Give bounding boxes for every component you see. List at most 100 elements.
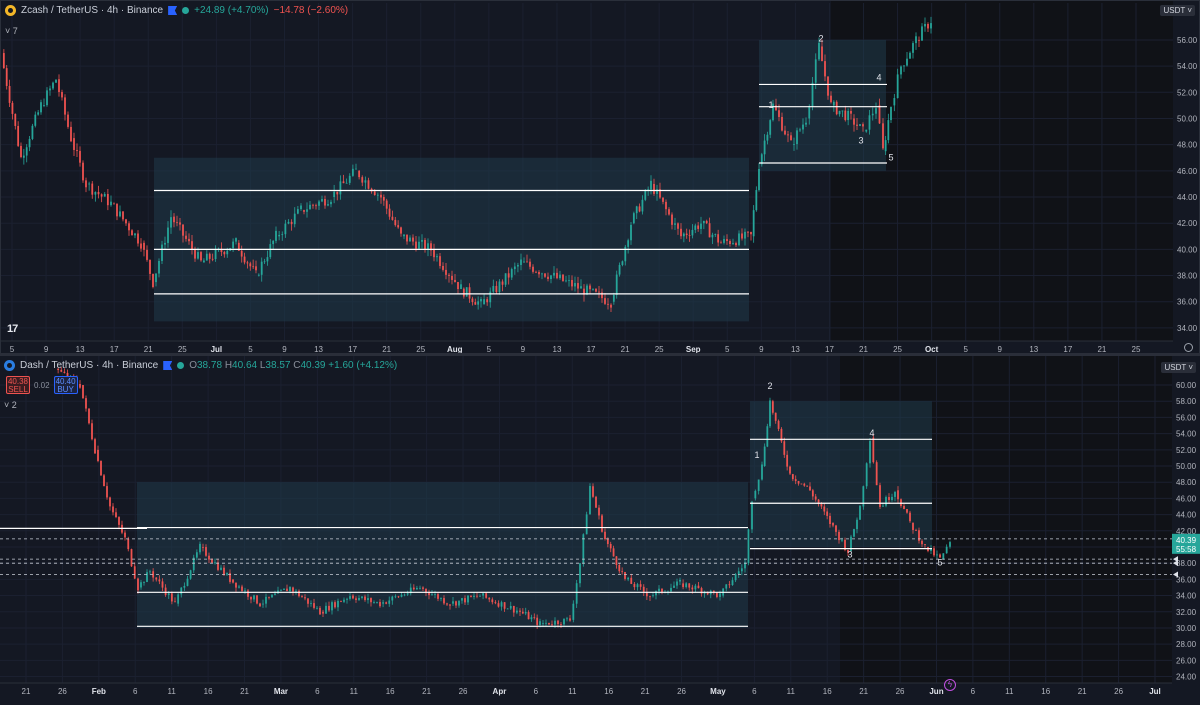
candle-body (909, 512, 911, 522)
flag-icon[interactable] (163, 361, 173, 370)
candle-body (334, 602, 336, 608)
dash-symbol-title[interactable]: Dash / TetherUS · 4h · Binance (20, 360, 158, 371)
candle-body (379, 602, 381, 607)
candle-body (186, 578, 189, 586)
trade-panel: 40.38 SELL 0.02 40.40 BUY (6, 376, 78, 394)
candle-body (180, 587, 183, 595)
candle-body (455, 601, 457, 606)
zcash-symbol-title[interactable]: Zcash / TetherUS · 4h · Binance (21, 5, 163, 16)
candle-body (188, 238, 190, 242)
candle-body (406, 234, 408, 242)
candle-body (612, 294, 615, 302)
candle-body (259, 603, 261, 607)
candle-body (726, 239, 728, 242)
candle-body (827, 76, 829, 96)
candle-body (747, 529, 750, 564)
candle-body (621, 261, 624, 265)
candle-body (301, 596, 303, 598)
candle-body (574, 283, 576, 287)
candle-body (856, 124, 858, 126)
dash-coin-icon (4, 360, 15, 371)
candle-body (495, 285, 498, 293)
candle-body (310, 603, 312, 604)
candle-body (321, 199, 323, 202)
candle-body (130, 549, 133, 567)
tradingview-logo-icon[interactable]: 17 (7, 323, 18, 335)
candle-body (11, 102, 14, 114)
candle-body (598, 291, 600, 293)
zcash-chart-pane[interactable]: 1 2 3 4 5 56.00 54.00 52.00 50.00 48.00 46.00 44.00… (0, 0, 1200, 354)
price-tick-label: 58.00 (1176, 397, 1197, 406)
candle-body (580, 286, 582, 289)
candle-body (125, 219, 127, 224)
candle-body (419, 587, 421, 589)
dash-legend: Dash / TetherUS · 4h · Binance O38.78 H4… (4, 360, 397, 371)
candle-body (708, 223, 711, 238)
candle-body (918, 39, 920, 41)
candle-body (805, 122, 807, 125)
candle-body (755, 190, 758, 211)
candle-body (58, 79, 60, 93)
candle-body (278, 234, 281, 237)
candle-body (315, 205, 317, 207)
events-lightning-icon[interactable]: ϟ (944, 679, 956, 691)
candle-body (906, 508, 908, 513)
range-box-zone[interactable] (137, 482, 748, 628)
zcash-currency-selector[interactable]: USDT ˅ (1160, 5, 1195, 16)
candle-body (529, 261, 531, 267)
candle-body (174, 601, 176, 603)
settings-icon[interactable] (1184, 343, 1193, 352)
candle-body (592, 486, 594, 497)
candle-body (112, 506, 114, 513)
dash-indicator-toggle[interactable]: ˅ 2 (4, 400, 17, 410)
candle-body (504, 273, 507, 285)
candle-body (799, 129, 801, 131)
candle-body (589, 485, 591, 515)
candle-body (439, 256, 441, 266)
wave-label: 1 (768, 100, 773, 110)
candle-body (340, 600, 342, 602)
time-tick-label: Jun (929, 687, 943, 696)
candle-body (862, 124, 864, 127)
candle-body (650, 180, 652, 190)
candle-body (8, 85, 11, 103)
candle-body (577, 283, 579, 289)
upper-box-zone[interactable] (750, 401, 932, 547)
candle-body (927, 23, 929, 29)
candle-body (569, 618, 571, 621)
candle-body (566, 618, 568, 620)
candle-body (394, 596, 397, 598)
market-status-icon (182, 7, 190, 14)
zcash-indicator-toggle[interactable]: ˅ 7 (5, 26, 18, 36)
candle-body (52, 82, 54, 89)
price-tick-label: 48.00 (1177, 141, 1198, 150)
candle-body (256, 595, 258, 604)
candle-body (671, 214, 673, 225)
candle-body (680, 228, 682, 237)
time-tick-label: 26 (459, 687, 468, 696)
candle-body (269, 244, 272, 258)
candle-body (725, 584, 728, 589)
candle-body (322, 611, 324, 614)
candle-body (632, 213, 635, 224)
candle-body (274, 593, 276, 595)
flag-icon[interactable] (168, 6, 178, 15)
price-tick-label: 38.00 (1176, 559, 1197, 568)
dash-currency-selector[interactable]: USDT ˅ (1161, 362, 1196, 373)
candle-body (945, 546, 948, 554)
candle-body (155, 273, 157, 283)
zcash-chart-canvas[interactable]: 1 2 3 4 5 56.00 54.00 52.00 50.00 48.00 46.00 44.00… (1, 1, 1200, 354)
price-tick-label: 54.00 (1176, 430, 1197, 439)
candle-body (604, 298, 606, 304)
candle-body (652, 595, 654, 597)
candle-body (131, 230, 133, 236)
dash-chart-canvas[interactable]: 1 2 3 4 5 60.00 58.00 56.00 54.00 52.00 50.00 48.00… (0, 356, 1200, 705)
candle-body (409, 237, 411, 242)
zcash-change-down: −14.78 (−2.60%) (273, 5, 349, 16)
range-box-zone[interactable] (154, 157, 749, 322)
candle-body (464, 598, 466, 603)
dash-chart-pane[interactable]: 1 2 3 4 5 60.00 58.00 56.00 54.00 52.00 50.00 48.00… (0, 356, 1200, 705)
sell-button[interactable]: 40.38 SELL (6, 376, 30, 394)
candle-body (676, 581, 678, 586)
buy-button[interactable]: 40.40 BUY (53, 376, 78, 394)
